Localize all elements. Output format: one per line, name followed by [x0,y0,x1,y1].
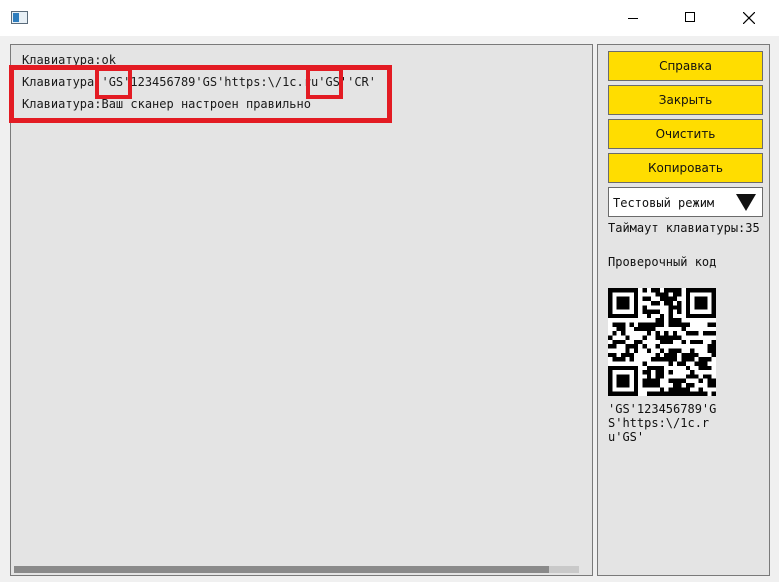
close-icon [743,12,755,24]
dropdown-triangle-icon [736,194,756,211]
horizontal-scrollbar[interactable] [14,566,579,573]
check-code-label: Проверочный код [608,255,717,269]
app-window-icon [11,11,28,24]
control-panel: Справка Закрыть Очистить Копировать Тест… [597,44,770,576]
minimize-button[interactable] [610,0,656,36]
mode-select-value: Тестовый режим [613,196,715,210]
copy-button[interactable]: Копировать [608,153,763,183]
help-button[interactable]: Справка [608,51,763,81]
highlight-box-gs [306,67,343,99]
clear-button[interactable]: Очистить [608,119,763,149]
check-code-text: 'GS'123456789'GS'https:\/1c.ru'GS' [608,402,717,444]
keyboard-timeout-label: Таймаут клавиатуры:35 [608,221,760,235]
title-bar [0,0,779,36]
highlight-box-gs [95,67,132,99]
close-button[interactable]: Закрыть [608,85,763,115]
scrollbar-thumb[interactable] [14,566,549,573]
mode-select[interactable]: Тестовый режим [608,187,763,217]
log-panel[interactable]: Клавиатура:ok Клавиатура:'GS'123456789'G… [9,44,593,576]
maximize-button[interactable] [667,0,713,36]
client-area: Клавиатура:ok Клавиатура:'GS'123456789'G… [0,36,779,582]
close-window-button[interactable] [726,0,772,36]
qr-code-image [608,288,716,396]
